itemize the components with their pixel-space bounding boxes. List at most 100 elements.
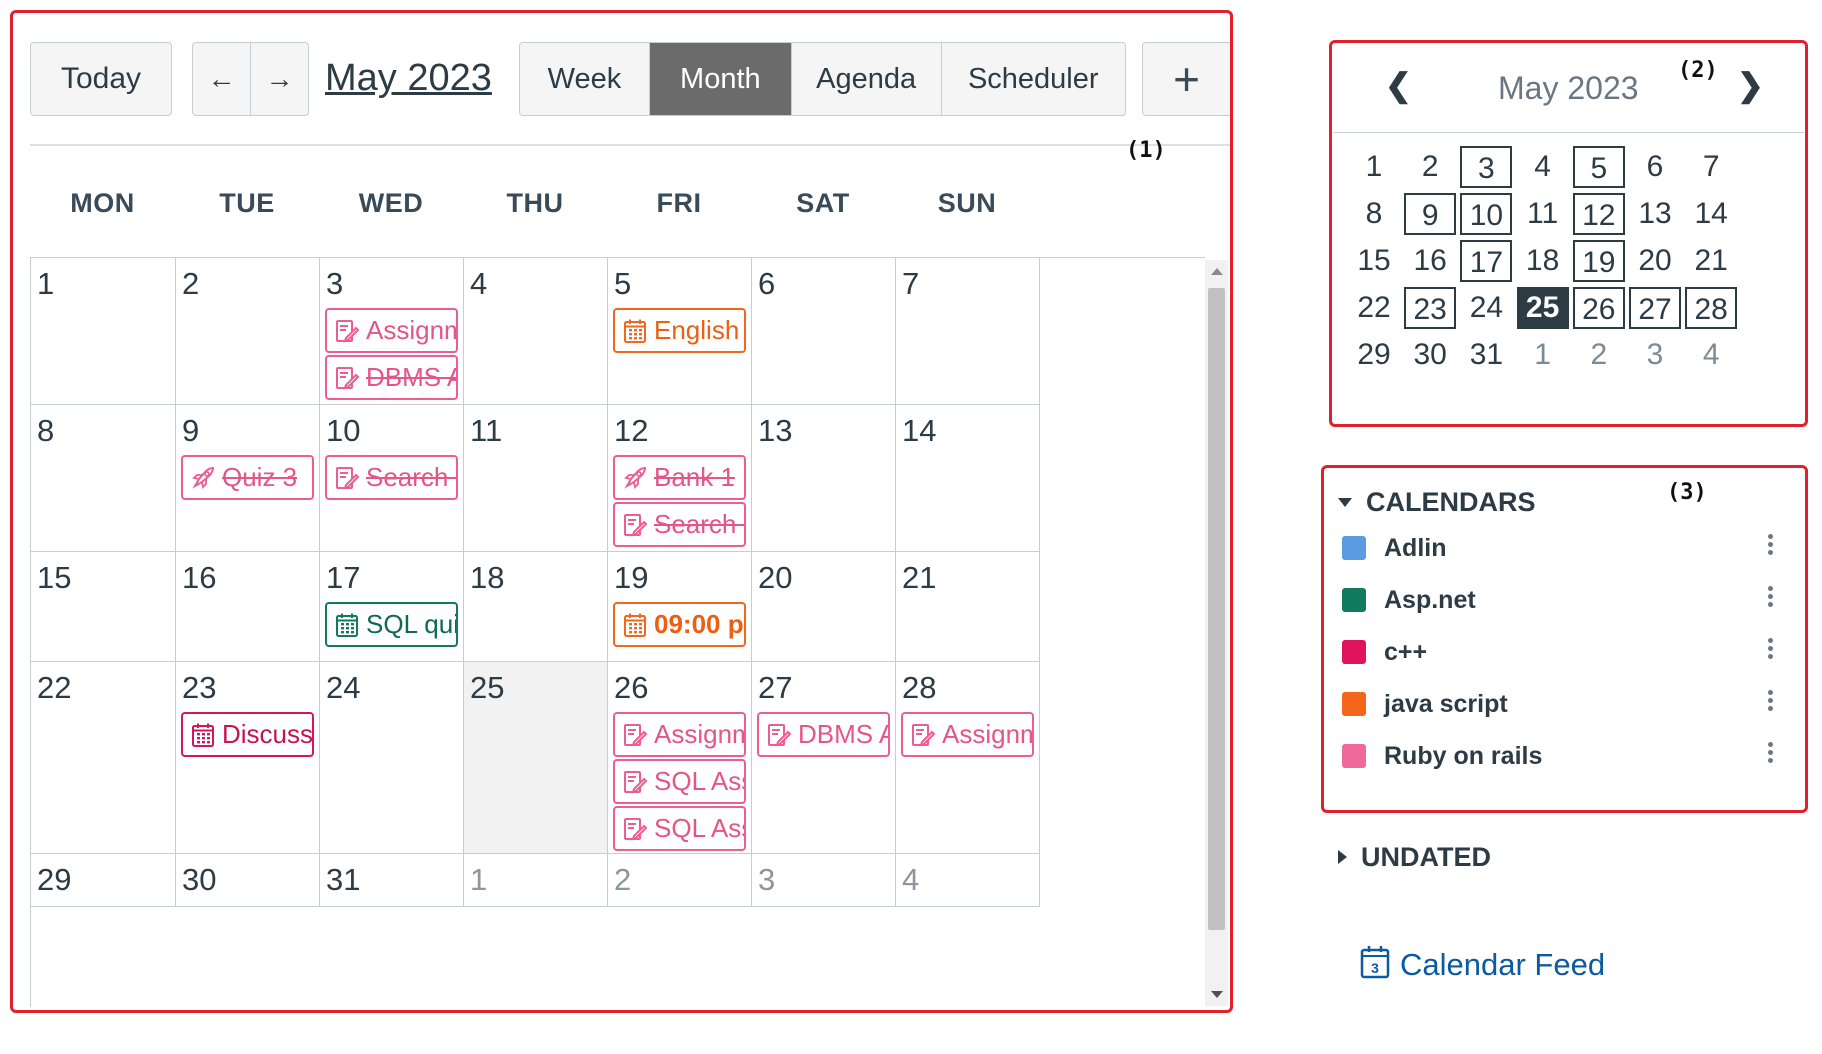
day-cell[interactable]: 11 bbox=[464, 405, 608, 552]
calendar-event[interactable]: Assignm bbox=[613, 712, 746, 757]
kebab-menu-icon[interactable] bbox=[1768, 739, 1774, 766]
mini-day[interactable]: 3 bbox=[1629, 334, 1681, 376]
calendar-item[interactable]: Adlin bbox=[1342, 528, 1792, 568]
day-cell[interactable]: 31 bbox=[320, 854, 464, 907]
day-cell[interactable]: 2 bbox=[608, 854, 752, 907]
calendar-event[interactable]: SQL Ass bbox=[613, 806, 746, 851]
mini-day[interactable]: 2 bbox=[1404, 146, 1456, 188]
calendar-event[interactable]: Search e bbox=[613, 502, 746, 547]
mini-day[interactable]: 20 bbox=[1629, 240, 1681, 282]
mini-calendar-next-button[interactable]: ❯ bbox=[1737, 66, 1764, 104]
day-cell[interactable]: 25 bbox=[464, 662, 608, 854]
mini-day[interactable]: 13 bbox=[1629, 193, 1681, 235]
mini-day[interactable]: 11 bbox=[1517, 193, 1569, 235]
calendar-feed-link[interactable]: 3 Calendar Feed bbox=[1360, 945, 1605, 984]
calendar-color-swatch[interactable] bbox=[1342, 640, 1366, 664]
mini-day[interactable]: 19 bbox=[1572, 240, 1625, 282]
mini-day[interactable]: 18 bbox=[1517, 240, 1569, 282]
day-cell[interactable]: 10Search e bbox=[320, 405, 464, 552]
mini-day[interactable]: 24 bbox=[1460, 287, 1512, 329]
day-cell[interactable]: 3 bbox=[752, 854, 896, 907]
day-cell[interactable]: 6 bbox=[752, 258, 896, 405]
calendar-color-swatch[interactable] bbox=[1342, 692, 1366, 716]
kebab-menu-icon[interactable] bbox=[1768, 687, 1774, 714]
day-cell[interactable]: 26Assignm SQL Ass SQL Ass bbox=[608, 662, 752, 854]
mini-day[interactable]: 1 bbox=[1517, 334, 1569, 376]
kebab-menu-icon[interactable] bbox=[1768, 531, 1774, 558]
mini-day[interactable]: 1 bbox=[1348, 146, 1400, 188]
scroll-up-arrow-icon[interactable] bbox=[1211, 268, 1223, 275]
day-cell[interactable]: 21 bbox=[896, 552, 1040, 662]
scroll-down-arrow-icon[interactable] bbox=[1211, 991, 1223, 998]
mini-calendar-prev-button[interactable]: ❮ bbox=[1385, 66, 1412, 104]
day-cell[interactable]: 8 bbox=[31, 405, 176, 552]
day-cell[interactable]: 22 bbox=[31, 662, 176, 854]
tab-agenda[interactable]: Agenda bbox=[792, 43, 942, 115]
day-cell[interactable]: 2 bbox=[176, 258, 320, 405]
mini-day[interactable]: 5 bbox=[1572, 146, 1625, 188]
day-cell[interactable]: 1 bbox=[31, 258, 176, 405]
day-cell[interactable]: 13 bbox=[752, 405, 896, 552]
calendar-event[interactable]: Assignm bbox=[325, 308, 458, 353]
mini-day[interactable]: 15 bbox=[1348, 240, 1400, 282]
day-cell[interactable]: 12Bank 1 Search e bbox=[608, 405, 752, 552]
mini-day[interactable]: 8 bbox=[1348, 193, 1400, 235]
calendar-item[interactable]: java script bbox=[1342, 684, 1792, 724]
mini-day[interactable]: 6 bbox=[1629, 146, 1681, 188]
calendar-event[interactable]: SQL Ass bbox=[613, 759, 746, 804]
next-month-button[interactable]: → bbox=[251, 43, 308, 115]
day-cell[interactable]: 1 bbox=[464, 854, 608, 907]
month-title-link[interactable]: May 2023 bbox=[325, 57, 492, 100]
day-cell[interactable]: 27 DBMS A bbox=[752, 662, 896, 854]
day-cell[interactable]: 4 bbox=[464, 258, 608, 405]
mini-day[interactable]: 27 bbox=[1629, 287, 1681, 329]
calendar-event[interactable]: SQL quiz bbox=[325, 602, 458, 647]
mini-day[interactable]: 28 bbox=[1685, 287, 1738, 329]
tab-scheduler[interactable]: Scheduler bbox=[942, 43, 1125, 115]
mini-day-selected[interactable]: 25 bbox=[1516, 287, 1569, 329]
day-cell[interactable]: 4 bbox=[896, 854, 1040, 907]
day-cell[interactable]: 18 bbox=[464, 552, 608, 662]
mini-day[interactable]: 7 bbox=[1685, 146, 1737, 188]
day-cell[interactable]: 16 bbox=[176, 552, 320, 662]
day-cell[interactable]: 19 09:00 pr bbox=[608, 552, 752, 662]
today-button[interactable]: Today bbox=[30, 42, 172, 116]
mini-day[interactable]: 22 bbox=[1348, 287, 1400, 329]
mini-day[interactable]: 3 bbox=[1460, 146, 1513, 188]
calendar-event[interactable]: Assignm bbox=[901, 712, 1034, 757]
calendar-event[interactable]: DBMS A bbox=[325, 355, 458, 400]
calendar-item[interactable]: Asp.net bbox=[1342, 580, 1792, 620]
add-event-button[interactable]: + bbox=[1142, 42, 1230, 116]
day-cell[interactable]: 24 bbox=[320, 662, 464, 854]
day-cell[interactable]: 30 bbox=[176, 854, 320, 907]
calendar-color-swatch[interactable] bbox=[1342, 744, 1366, 768]
mini-day[interactable]: 30 bbox=[1404, 334, 1456, 376]
mini-day[interactable]: 17 bbox=[1460, 240, 1513, 282]
kebab-menu-icon[interactable] bbox=[1768, 583, 1774, 610]
mini-day[interactable]: 2 bbox=[1573, 334, 1625, 376]
day-cell[interactable]: 20 bbox=[752, 552, 896, 662]
calendar-event[interactable]: 09:00 pr bbox=[613, 602, 746, 647]
day-cell[interactable]: 15 bbox=[31, 552, 176, 662]
tab-week[interactable]: Week bbox=[520, 43, 650, 115]
day-cell[interactable]: 29 bbox=[31, 854, 176, 907]
calendar-event[interactable]: Search e bbox=[325, 455, 458, 500]
calendar-event[interactable]: Quiz 3 bbox=[181, 455, 314, 500]
mini-day[interactable]: 21 bbox=[1685, 240, 1737, 282]
calendar-event[interactable]: English ( bbox=[613, 308, 746, 353]
day-cell[interactable]: 14 bbox=[896, 405, 1040, 552]
day-cell[interactable]: 5 English ( bbox=[608, 258, 752, 405]
day-cell[interactable]: 9 Quiz 3 bbox=[176, 405, 320, 552]
mini-day[interactable]: 23 bbox=[1404, 287, 1457, 329]
previous-month-button[interactable]: ← bbox=[193, 43, 251, 115]
mini-day[interactable]: 4 bbox=[1685, 334, 1737, 376]
calendar-scrollbar[interactable] bbox=[1205, 260, 1228, 1006]
mini-day[interactable]: 16 bbox=[1404, 240, 1456, 282]
calendar-event[interactable]: Bank 1 bbox=[613, 455, 746, 500]
calendar-event[interactable]: DBMS A bbox=[757, 712, 890, 757]
calendar-color-swatch[interactable] bbox=[1342, 588, 1366, 612]
day-cell[interactable]: 17SQL quiz bbox=[320, 552, 464, 662]
mini-day[interactable]: 4 bbox=[1517, 146, 1569, 188]
day-cell[interactable]: 3 Assignm DBMS A bbox=[320, 258, 464, 405]
mini-day[interactable]: 10 bbox=[1460, 193, 1513, 235]
